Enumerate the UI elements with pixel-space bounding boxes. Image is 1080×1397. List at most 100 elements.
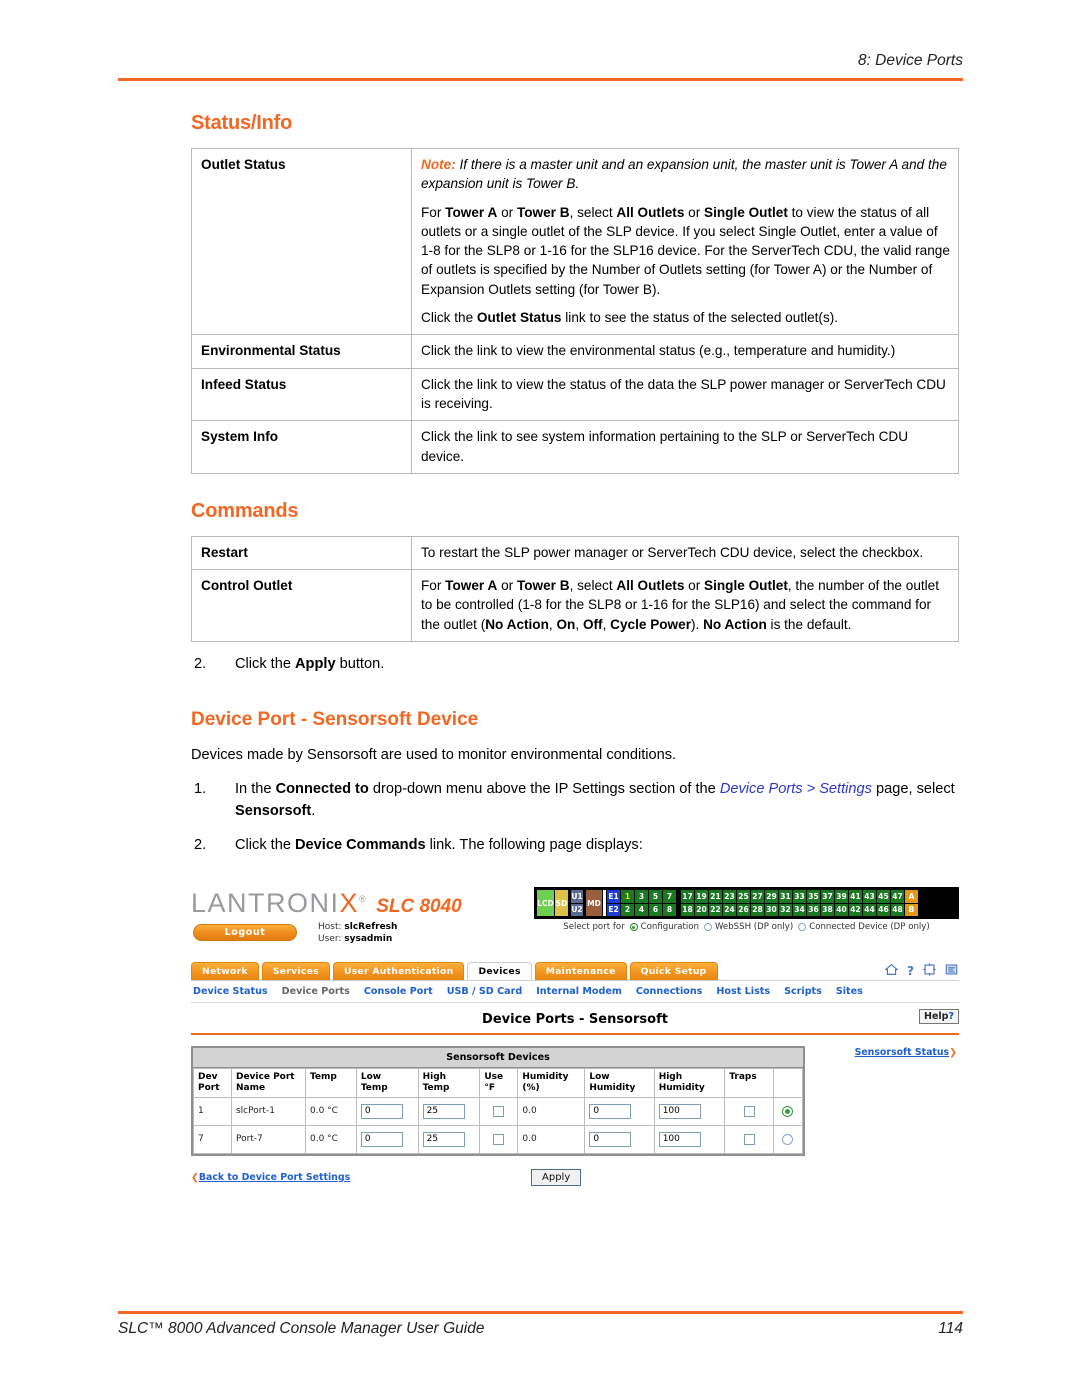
status-block-lcd[interactable]: LCD <box>537 890 554 916</box>
device-port-46[interactable]: 46 <box>877 903 890 916</box>
row-select-radio[interactable] <box>782 1105 794 1117</box>
use-fahrenheit-checkbox[interactable] <box>493 1105 505 1117</box>
device-port-24[interactable]: 24 <box>723 903 736 916</box>
high-temp-input[interactable]: 25 <box>422 1131 465 1147</box>
subnav-item-console-port[interactable]: Console Port <box>364 986 433 997</box>
device-port-22[interactable]: 22 <box>709 903 722 916</box>
device-port-28[interactable]: 28 <box>751 903 764 916</box>
radio-icon[interactable] <box>629 923 638 931</box>
status-block-usb[interactable]: U1 U2 <box>569 890 585 916</box>
tab-services[interactable]: Services <box>261 962 330 980</box>
list-icon[interactable] <box>945 963 958 979</box>
port-select-option-1[interactable]: WebSSH (DP only) <box>703 922 793 932</box>
high-humidity-input[interactable]: 100 <box>658 1103 701 1119</box>
port-map[interactable]: LCD SD U1 U2 MD E1 E2 1 2 3 4 5 6 7 8 17 18 19 20 21 22 23 24 2… <box>534 887 959 919</box>
help-button[interactable]: Help? <box>919 1009 959 1024</box>
device-port-44[interactable]: 44 <box>863 903 876 916</box>
device-port-40[interactable]: 40 <box>835 903 848 916</box>
status-block-sd[interactable]: SD <box>555 890 568 916</box>
device-port-34[interactable]: 34 <box>793 903 806 916</box>
status-block-u2[interactable]: U2 <box>571 903 583 916</box>
device-port-19[interactable]: 19 <box>695 890 708 903</box>
device-port-20[interactable]: 20 <box>695 903 708 916</box>
device-port-29[interactable]: 29 <box>765 890 778 903</box>
status-block-md[interactable]: MD <box>586 890 602 916</box>
device-port-38[interactable]: 38 <box>821 903 834 916</box>
tab-network[interactable]: Network <box>191 962 259 980</box>
device-port-18[interactable]: 18 <box>681 903 694 916</box>
device-port-31[interactable]: 31 <box>779 890 792 903</box>
port-select-option-0[interactable]: Configuration <box>629 922 699 932</box>
device-port-41[interactable]: 41 <box>849 890 862 903</box>
expand-icon[interactable] <box>923 963 936 979</box>
port-select-option-2[interactable]: Connected Device (DP only) <box>798 922 930 932</box>
sensorsoft-status-link[interactable]: Sensorsoft Status❯ <box>855 1047 957 1058</box>
subnav-item-host-lists[interactable]: Host Lists <box>716 986 770 997</box>
low-temp-input[interactable]: 0 <box>360 1131 403 1147</box>
device-port-37[interactable]: 37 <box>821 890 834 903</box>
subnav-item-device-status[interactable]: Device Status <box>193 986 268 997</box>
status-block-u1[interactable]: U1 <box>571 890 583 903</box>
low-humidity-input[interactable]: 0 <box>589 1103 632 1119</box>
device-port-47[interactable]: 47 <box>891 890 904 903</box>
device-port-21[interactable]: 21 <box>709 890 722 903</box>
ethernet-port-e1[interactable]: E1 <box>607 890 620 903</box>
use-fahrenheit-checkbox[interactable] <box>493 1133 505 1145</box>
device-port-2[interactable]: 2 <box>621 903 634 916</box>
low-temp-input[interactable]: 0 <box>360 1103 403 1119</box>
subnav-item-usb-sd-card[interactable]: USB / SD Card <box>447 986 523 997</box>
row-select-radio[interactable] <box>782 1133 794 1145</box>
bank-label-b[interactable]: B <box>905 903 918 916</box>
device-port-6[interactable]: 6 <box>649 903 662 916</box>
home-icon[interactable] <box>884 963 899 979</box>
device-port-8[interactable]: 8 <box>663 903 676 916</box>
bank-label-a[interactable]: A <box>905 890 918 903</box>
device-port-1[interactable]: 1 <box>621 890 634 903</box>
help-icon[interactable]: ? <box>907 965 914 977</box>
ethernet-port-e2[interactable]: E2 <box>607 903 620 916</box>
device-port-45[interactable]: 45 <box>877 890 890 903</box>
column-header-5: Use °F <box>479 1068 519 1098</box>
tab-maintenance[interactable]: Maintenance <box>534 962 627 980</box>
device-port-36[interactable]: 36 <box>807 903 820 916</box>
device-port-4[interactable]: 4 <box>635 903 648 916</box>
use-fahrenheit-checkbox-cell <box>479 1124 519 1154</box>
subnav-item-device-ports[interactable]: Device Ports <box>282 986 350 997</box>
device-port-27[interactable]: 27 <box>751 890 764 903</box>
traps-checkbox[interactable] <box>743 1133 755 1145</box>
column-header-0: Dev Port <box>193 1068 232 1098</box>
radio-icon[interactable] <box>703 923 712 931</box>
device-port-35[interactable]: 35 <box>807 890 820 903</box>
device-port-5[interactable]: 5 <box>649 890 662 903</box>
cross-reference[interactable]: Device Ports > Settings <box>720 781 872 797</box>
traps-checkbox[interactable] <box>743 1105 755 1117</box>
low-humidity-input[interactable]: 0 <box>589 1131 632 1147</box>
device-port-48[interactable]: 48 <box>891 903 904 916</box>
device-port-32[interactable]: 32 <box>779 903 792 916</box>
device-port-23[interactable]: 23 <box>723 890 736 903</box>
device-port-43[interactable]: 43 <box>863 890 876 903</box>
device-port-33[interactable]: 33 <box>793 890 806 903</box>
tab-devices[interactable]: Devices <box>467 962 532 980</box>
tab-quick-setup[interactable]: Quick Setup <box>629 962 718 980</box>
subnav-item-sites[interactable]: Sites <box>836 986 863 997</box>
radio-icon[interactable] <box>798 923 807 931</box>
device-port-7[interactable]: 7 <box>663 890 676 903</box>
device-port-17[interactable]: 17 <box>681 890 694 903</box>
high-humidity-input[interactable]: 100 <box>658 1131 701 1147</box>
ui-body: Sensorsoft Status❯ Sensorsoft Devices De… <box>191 1035 959 1191</box>
device-port-39[interactable]: 39 <box>835 890 848 903</box>
back-to-device-port-settings-link[interactable]: ❮Back to Device Port Settings <box>191 1172 350 1183</box>
device-port-30[interactable]: 30 <box>765 903 778 916</box>
subnav-item-connections[interactable]: Connections <box>636 986 703 997</box>
subnav-item-internal-modem[interactable]: Internal Modem <box>536 986 622 997</box>
apply-button[interactable]: Apply <box>531 1168 582 1186</box>
tab-user-authentication[interactable]: User Authentication <box>332 962 465 980</box>
device-port-3[interactable]: 3 <box>635 890 648 903</box>
high-temp-input[interactable]: 25 <box>422 1103 465 1119</box>
device-port-25[interactable]: 25 <box>737 890 750 903</box>
device-port-42[interactable]: 42 <box>849 903 862 916</box>
device-port-26[interactable]: 26 <box>737 903 750 916</box>
subnav-item-scripts[interactable]: Scripts <box>784 986 822 997</box>
logout-button[interactable]: Logout <box>193 924 297 941</box>
